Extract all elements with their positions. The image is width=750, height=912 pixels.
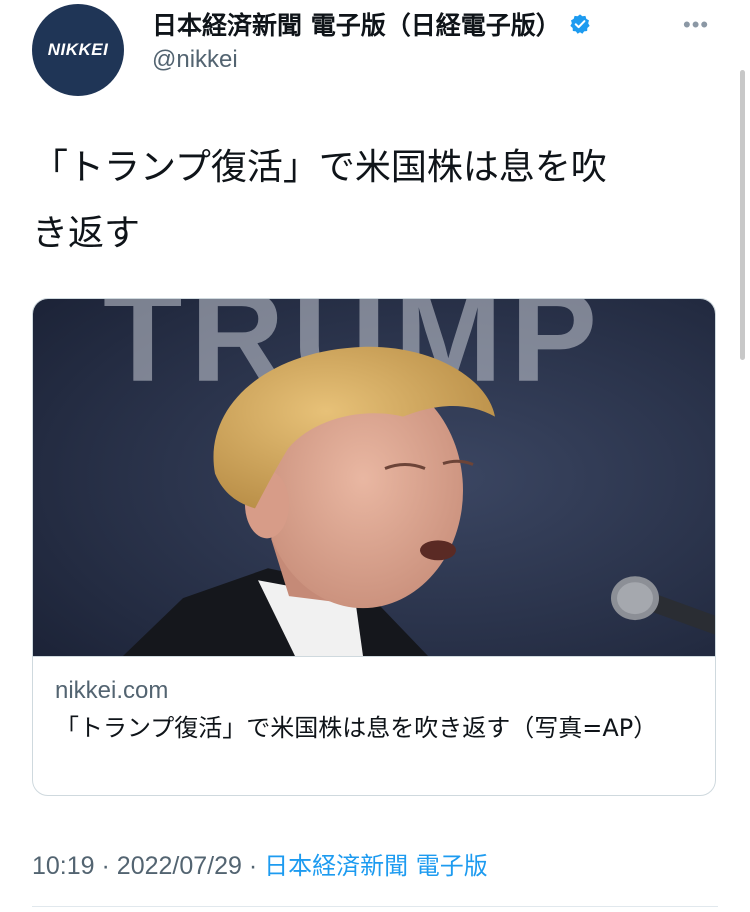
scrollbar[interactable] [740,70,745,360]
more-options-icon[interactable]: ••• [683,12,709,38]
avatar-logo-text: NIKKEI [47,40,109,59]
author-handle[interactable]: @nikkei [152,46,238,74]
tweet-source-link[interactable]: 日本経済新聞 電子版 [264,852,488,880]
author-name-row: 日本経済新聞 電子版（日経電子版） [152,6,591,42]
meta-separator: · [248,852,258,880]
meta-separator: · [101,852,110,880]
divider [32,906,718,907]
card-photo[interactable]: TRUMP [33,299,716,657]
tweet-text-line: 「トランプ復活」で米国株は息を吹 [32,147,607,188]
link-card[interactable]: TRUMP nikkei.com 「トランプ復活」で米国株は息を吹き返す（写真= [32,298,716,796]
tweet-meta: 10:19 · 2022/07/29 · 日本経済新聞 電子版 [32,846,488,881]
avatar[interactable]: NIKKEI [32,4,124,96]
tweet-text-line: き返す [32,213,141,254]
tweet-time[interactable]: 10:19 [32,852,95,880]
verified-badge-icon [570,14,590,34]
tweet-page: NIKKEI 日本経済新聞 電子版（日経電子版） @nikkei ••• 「トラ… [0,0,750,912]
tweet-date[interactable]: 2022/07/29 [117,852,242,880]
author-display-name[interactable]: 日本経済新聞 電子版（日経電子版） [152,6,561,42]
card-title: 「トランプ復活」で米国株は息を吹き返す（写真=AP） [55,714,658,742]
card-domain: nikkei.com [55,677,169,704]
tweet-text: 「トランプ復活」で米国株は息を吹 き返す [32,135,722,267]
